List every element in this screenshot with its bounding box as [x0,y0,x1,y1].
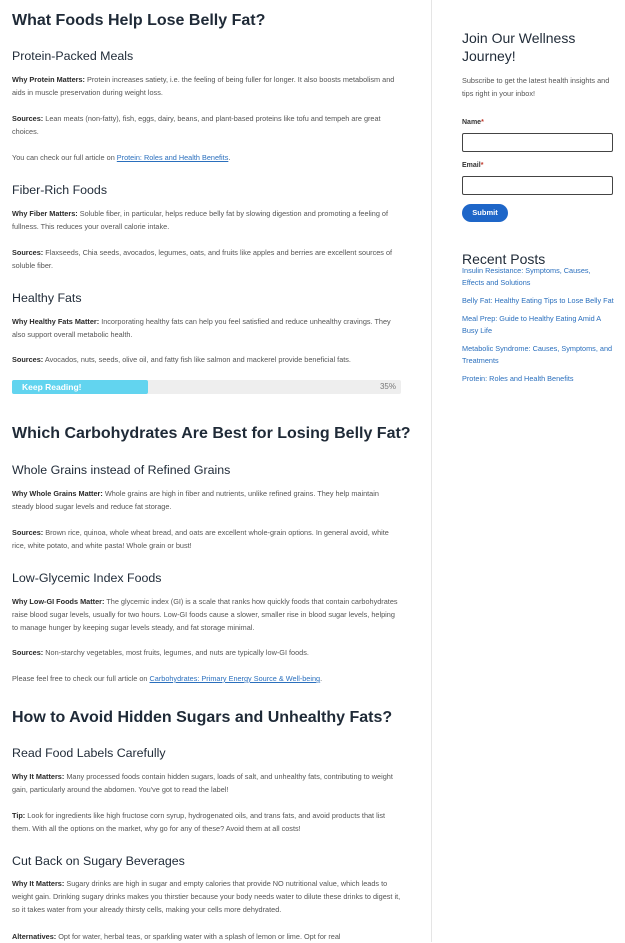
section-title-hidden-sugars: How to Avoid Hidden Sugars and Unhealthy… [12,709,393,726]
heading-fiber: Fiber-Rich Foods [12,183,108,197]
reading-progress-label: Keep Reading! [22,382,82,392]
recent-post-link[interactable]: Insulin Resistance: Symptoms, Causes, Ef… [462,265,614,289]
label-grains-why: Why Whole Grains Matter: [12,489,103,498]
paragraph-protein-why: Why Protein Matters: Protein increases s… [12,73,402,99]
paragraph-labels-tip: Tip: Look for ingredients like high fruc… [12,809,402,835]
label-fats-why: Why Healthy Fats Matter: [12,317,100,326]
paragraph-lowgi-sources: Sources: Non-starchy vegetables, most fr… [12,646,402,659]
protein-link-suffix: . [228,153,231,162]
label-labels-tip: Tip: [12,811,26,820]
heading-protein: Protein-Packed Meals [12,49,134,63]
paragraph-protein-link: You can check our full article on Protei… [12,151,402,164]
text-grains-sources: Brown rice, quinoa, whole wheat bread, a… [12,528,389,550]
text-labels-why: Many processed foods contain hidden suga… [12,772,393,794]
paragraph-beverages-alternatives: Alternatives: Opt for water, herbal teas… [12,930,402,943]
newsletter-subtitle: Subscribe to get the latest health insig… [462,76,610,98]
recent-post-link[interactable]: Meal Prep: Guide to Healthy Eating Amid … [462,313,614,337]
paragraph-fiber-why: Why Fiber Matters: Soluble fiber, in par… [12,207,402,233]
name-input[interactable] [462,133,613,152]
paragraph-beverages-why: Why It Matters: Sugary drinks are high i… [12,877,402,916]
name-field-label: Name* [462,119,484,126]
reading-progress-percent: 35% [379,382,396,391]
label-protein-sources: Sources: [12,114,44,123]
newsletter-title: Join Our Wellness Journey! [462,30,576,64]
heading-healthy-fats: Healthy Fats [12,291,82,305]
paragraph-grains-why: Why Whole Grains Matter: Whole grains ar… [12,487,402,513]
name-label-text: Name [462,119,482,126]
section-title-belly-fat-foods: What Foods Help Lose Belly Fat? [12,12,266,29]
carbs-link-prefix: Please feel free to check our full artic… [12,674,150,683]
label-labels-why: Why It Matters: [12,772,65,781]
label-beverages-alternatives: Alternatives: [12,932,57,941]
label-grains-sources: Sources: [12,528,44,537]
paragraph-labels-why: Why It Matters: Many processed foods con… [12,770,402,796]
section-title-carbohydrates: Which Carbohydrates Are Best for Losing … [12,425,411,442]
text-fiber-sources: Flaxseeds, Chia seeds, avocados, legumes… [12,248,393,270]
text-beverages-alternatives: Opt for water, herbal teas, or sparkling… [56,932,341,941]
paragraph-fats-why: Why Healthy Fats Matter: Incorporating h… [12,315,402,341]
paragraph-protein-sources: Sources: Lean meats (non-fatty), fish, e… [12,112,402,138]
sidebar-divider [431,0,432,942]
email-field-label: Email* [462,162,483,169]
label-lowgi-sources: Sources: [12,648,44,657]
paragraph-lowgi-why: Why Low-GI Foods Matter: The glycemic in… [12,595,402,634]
email-label-text: Email [462,162,481,169]
label-protein-why: Why Protein Matters: [12,75,85,84]
heading-whole-grains: Whole Grains instead of Refined Grains [12,463,231,477]
heading-food-labels: Read Food Labels Carefully [12,746,166,760]
label-fats-sources: Sources: [12,355,44,364]
text-beverages-why: Sugary drinks are high in sugar and empt… [12,879,401,914]
text-fats-sources: Avocados, nuts, seeds, olive oil, and fa… [43,355,351,364]
recent-post-link[interactable]: Protein: Roles and Health Benefits [462,373,614,385]
recent-posts-list: Insulin Resistance: Symptoms, Causes, Ef… [462,265,614,391]
paragraph-fiber-sources: Sources: Flaxseeds, Chia seeds, avocados… [12,246,402,272]
email-required-mark: * [480,162,484,169]
text-protein-sources: Lean meats (non-fatty), fish, eggs, dair… [12,114,381,136]
name-required-mark: * [481,119,484,126]
recent-post-link[interactable]: Belly Fat: Healthy Eating Tips to Lose B… [462,295,614,307]
heading-low-gi: Low-Glycemic Index Foods [12,571,162,585]
paragraph-carbs-link: Please feel free to check our full artic… [12,672,402,685]
protein-link-prefix: You can check our full article on [12,153,117,162]
label-lowgi-why: Why Low-GI Foods Matter: [12,597,105,606]
protein-article-link[interactable]: Protein: Roles and Health Benefits [117,153,229,162]
submit-button[interactable]: Submit [462,204,508,222]
text-lowgi-sources: Non-starchy vegetables, most fruits, leg… [43,648,309,657]
heading-sugary-beverages: Cut Back on Sugary Beverages [12,854,185,868]
paragraph-fats-sources: Sources: Avocados, nuts, seeds, olive oi… [12,353,402,366]
text-labels-tip: Look for ingredients like high fructose … [12,811,386,833]
carbs-link-suffix: . [320,674,323,683]
recent-post-link[interactable]: Metabolic Syndrome: Causes, Symptoms, an… [462,343,614,367]
email-input[interactable] [462,176,613,195]
label-fiber-why: Why Fiber Matters: [12,209,78,218]
label-beverages-why: Why It Matters: [12,879,65,888]
reading-progress-bar: Keep Reading! 35% [12,380,401,394]
carbohydrates-article-link[interactable]: Carbohydrates: Primary Energy Source & W… [150,674,321,683]
paragraph-grains-sources: Sources: Brown rice, quinoa, whole wheat… [12,526,402,552]
label-fiber-sources: Sources: [12,248,44,257]
